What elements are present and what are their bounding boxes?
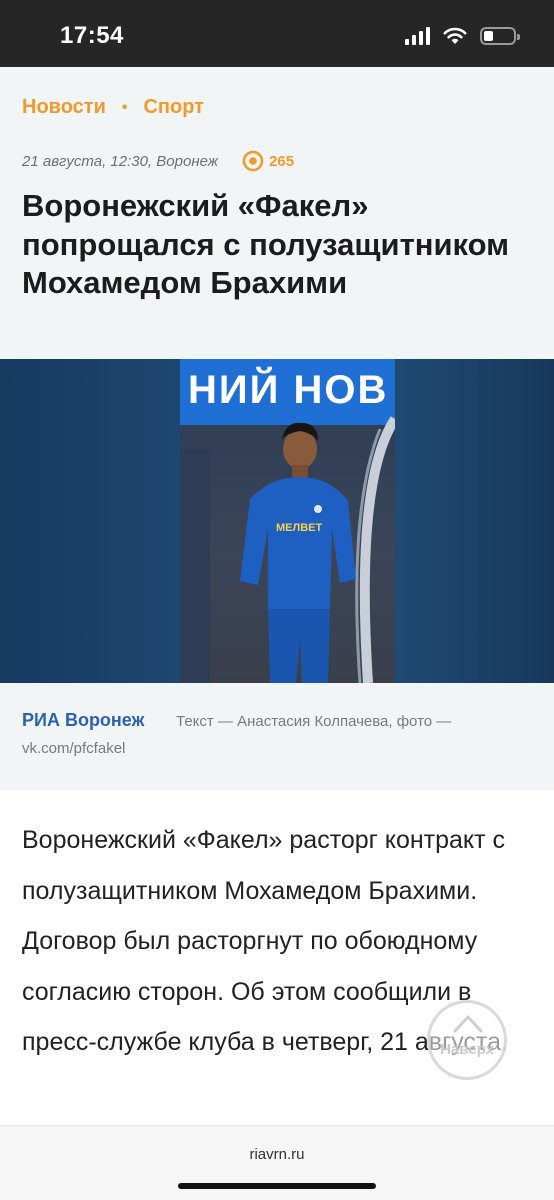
views-count: 265 (269, 152, 295, 170)
status-time: 17:54 (60, 22, 124, 49)
status-icons (405, 26, 520, 46)
breadcrumb-news-link[interactable]: Новости (22, 96, 106, 119)
credit-byline: Текст — Анастасия Колпачева, фото — (176, 713, 452, 730)
chevron-up-icon (453, 1015, 483, 1033)
battery-icon (480, 27, 520, 45)
photo-source-link[interactable]: vk.com/pfcfakel (22, 740, 125, 757)
article-meta: 21 августа, 12:30, Воронеж 265 (22, 150, 294, 172)
player-photo: НИЙ НОВ МЕЛBЕТ (180, 359, 395, 683)
jersey-sponsor-text: МЕЛBЕТ (276, 522, 322, 534)
status-bar: 17:54 (0, 0, 554, 67)
article-header: Новости • Спорт 21 августа, 12:30, Ворон… (0, 67, 554, 359)
views-icon (242, 150, 264, 172)
address-bar-domain[interactable]: riavrn.ru (0, 1146, 554, 1163)
browser-toolbar: riavrn.ru (0, 1125, 554, 1200)
article-title: Воронежский «Факел» попрощался с полузащ… (22, 188, 510, 300)
scroll-to-top-label: Наверх (440, 1041, 494, 1058)
home-indicator[interactable] (178, 1183, 376, 1189)
football-player: МЕЛBЕТ (240, 422, 356, 683)
article-date-location: 21 августа, 12:30, Воронеж (22, 152, 219, 170)
article-photo[interactable]: НИЙ НОВ МЕЛBЕТ (0, 359, 554, 683)
cellular-signal-icon (405, 27, 430, 45)
photo-credit: РИА Воронеж Текст — Анастасия Колпачева,… (0, 683, 554, 790)
breadcrumb-sport-link[interactable]: Спорт (143, 96, 204, 119)
breadcrumb-separator: • (121, 98, 128, 116)
source-link[interactable]: РИА Воронеж (22, 710, 144, 731)
wifi-icon (443, 27, 467, 44)
scroll-to-top-button[interactable]: Наверх (427, 1000, 507, 1080)
views-counter: 265 (242, 150, 294, 172)
breadcrumb: Новости • Спорт (22, 96, 204, 119)
